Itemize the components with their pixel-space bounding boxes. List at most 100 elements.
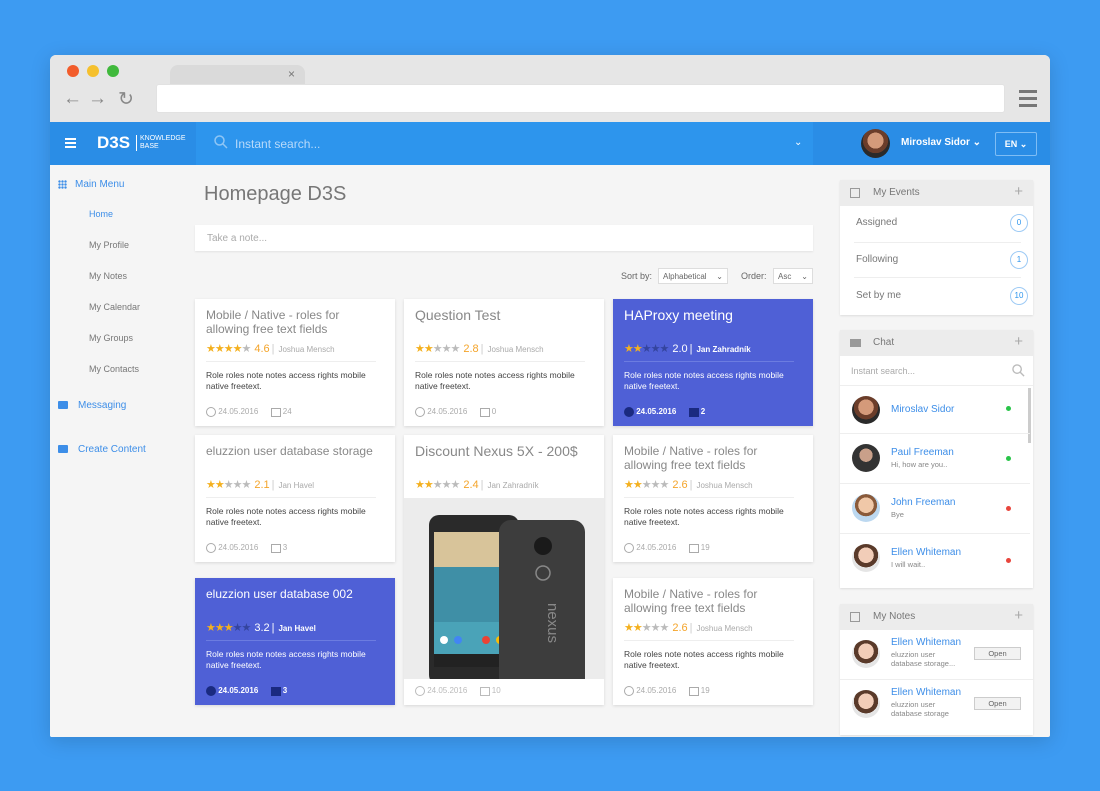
global-search-input[interactable]: Instant search...	[235, 137, 320, 151]
calendar-icon	[850, 188, 860, 198]
card-title[interactable]: HAProxy meeting	[624, 308, 804, 322]
chat-contact[interactable]: Paul Freeman Hi, how are you..	[840, 434, 1030, 484]
event-row-set-by-me[interactable]: Set by me 10	[854, 278, 1028, 315]
grid-icon	[58, 179, 67, 189]
card-title[interactable]: Question Test	[415, 308, 595, 322]
language-select[interactable]: EN ⌄	[995, 132, 1037, 156]
product-brand-text: nexus	[544, 603, 561, 643]
sidebar-main-menu[interactable]: Main Menu	[58, 179, 124, 190]
note-card[interactable]: HAProxy meeting ★★★★★ 2.0 | Jan Zahradník R…	[613, 299, 813, 426]
browser-tab[interactable]: ×	[170, 65, 305, 85]
note-card[interactable]: eluzzion user database 002 ★★★★★ 3.2 | Jan …	[195, 578, 395, 705]
notes-panel: My Notes + Ellen Whiteman eluzzion user …	[840, 604, 1033, 735]
logo[interactable]: D3S	[97, 133, 130, 153]
card-rating: ★★★★★ 2.6 | Joshua Mensch	[624, 622, 753, 634]
minimize-window-icon[interactable]	[87, 65, 99, 77]
offline-status-dot	[1006, 558, 1011, 563]
close-window-icon[interactable]	[67, 65, 79, 77]
event-row-assigned[interactable]: Assigned 0	[854, 206, 1028, 243]
open-note-button[interactable]: Open	[974, 647, 1021, 660]
note-item[interactable]: Ellen Whiteman eluzzion user database st…	[840, 630, 1033, 680]
chevron-down-icon[interactable]: ⌄	[794, 137, 802, 148]
hamburger-menu-icon[interactable]	[65, 138, 76, 150]
add-note-plus-icon[interactable]: +	[1014, 607, 1023, 624]
logo-subtitle: KNOWLEDGE BASE	[136, 135, 196, 151]
sort-by-select[interactable]: Alphabetical ⌄	[658, 268, 728, 284]
order-label: Order:	[741, 271, 767, 281]
reload-icon[interactable]: ↻	[118, 88, 134, 111]
card-footer: 24.05.2016 3	[206, 686, 287, 696]
card-body: Role roles note notes access rights mobi…	[624, 649, 784, 670]
user-name[interactable]: Miroslav Sidor ⌄	[901, 137, 981, 148]
online-status-dot	[1006, 456, 1011, 461]
take-note-input[interactable]: Take a note...	[195, 225, 813, 251]
clock-icon	[415, 686, 425, 696]
card-footer: 24.05.2016 24	[206, 407, 292, 417]
sidebar-item-messaging[interactable]: Messaging	[58, 400, 126, 411]
card-rating: ★★★★★ 4.6 | Joshua Mensch	[206, 343, 335, 355]
note-card[interactable]: Mobile / Native - roles for allowing fre…	[613, 435, 813, 562]
back-arrow-icon[interactable]: ←	[63, 88, 82, 110]
card-title[interactable]: Mobile / Native - roles for allowing fre…	[624, 587, 804, 615]
comment-icon	[688, 407, 699, 417]
sidebar-item-my-contacts[interactable]: My Contacts	[89, 364, 139, 374]
card-title[interactable]: Mobile / Native - roles for allowing fre…	[624, 444, 804, 472]
note-card[interactable]: Mobile / Native - roles for allowing fre…	[613, 578, 813, 705]
comment-icon	[688, 543, 699, 553]
add-event-plus-icon[interactable]: +	[1014, 183, 1023, 200]
browser-window: × ← → ↻ D3S KNOWLEDGE BASE Instant searc…	[50, 55, 1050, 737]
event-row-following[interactable]: Following 1	[854, 243, 1028, 278]
address-bar[interactable]	[156, 84, 1005, 113]
note-card[interactable]: eluzzion user database storage ★★★★★ 2.1 |…	[195, 435, 395, 562]
note-card[interactable]: Question Test ★★★★★ 2.8 | Joshua Mensch Rol…	[404, 299, 604, 426]
create-content-icon	[58, 445, 68, 454]
comment-icon	[688, 686, 699, 696]
avatar	[852, 396, 880, 424]
sidebar-item-my-profile[interactable]: My Profile	[89, 240, 129, 250]
sidebar-item-home[interactable]: Home	[89, 209, 113, 219]
card-title[interactable]: eluzzion user database 002	[206, 587, 386, 601]
card-footer: 24.05.2016 10	[415, 686, 501, 696]
logo-area: D3S KNOWLEDGE BASE	[50, 122, 196, 165]
sidebar-item-create-content[interactable]: Create Content	[58, 444, 146, 455]
card-body: Role roles note notes access rights mobi…	[206, 649, 366, 670]
card-rating: ★★★★★ 3.2 | Jan Havel	[206, 622, 316, 634]
card-footer: 24.05.2016 0	[415, 407, 496, 417]
clock-icon	[624, 686, 634, 696]
chat-contact[interactable]: Ellen Whiteman I will wait..	[840, 534, 1030, 586]
clock-icon	[415, 407, 425, 417]
card-rating: ★★★★★ 2.8 | Joshua Mensch	[415, 343, 544, 355]
add-chat-plus-icon[interactable]: +	[1014, 333, 1023, 350]
chat-search-input[interactable]: Instant search...	[840, 356, 1033, 386]
product-card[interactable]: Discount Nexus 5X - 200$ ★★★★★ 2.4 | Jan Za…	[404, 435, 604, 705]
page-title: Homepage D3S	[204, 183, 347, 205]
card-footer: 24.05.2016 3	[206, 543, 287, 553]
sidebar-item-my-notes[interactable]: My Notes	[89, 271, 127, 281]
open-note-button[interactable]: Open	[974, 697, 1021, 710]
user-avatar[interactable]	[861, 129, 890, 158]
chat-contact[interactable]: Miroslav Sidor	[840, 386, 1030, 434]
note-item[interactable]: Ellen Whiteman eluzzion user database st…	[840, 680, 1033, 730]
card-title[interactable]: Discount Nexus 5X - 200$	[415, 444, 595, 458]
sidebar-item-my-groups[interactable]: My Groups	[89, 333, 133, 343]
search-icon	[214, 135, 228, 149]
browser-menu-icon[interactable]	[1019, 90, 1037, 111]
card-rating: ★★★★★ 2.0 | Jan Zahradník	[624, 343, 751, 355]
clock-icon	[206, 686, 216, 696]
sidebar-item-my-calendar[interactable]: My Calendar	[89, 302, 140, 312]
card-title[interactable]: Mobile / Native - roles for allowing fre…	[206, 308, 386, 336]
order-select[interactable]: Asc ⌄	[773, 268, 813, 284]
user-menu[interactable]: Miroslav Sidor ⌄ EN ⌄	[813, 122, 1050, 165]
forward-arrow-icon[interactable]: →	[88, 88, 107, 110]
chat-contact[interactable]: John Freeman Bye	[840, 484, 1030, 534]
card-body: Role roles note notes access rights mobi…	[415, 370, 575, 391]
card-title[interactable]: eluzzion user database storage	[206, 444, 386, 458]
maximize-window-icon[interactable]	[107, 65, 119, 77]
note-card[interactable]: Mobile / Native - roles for allowing fre…	[195, 299, 395, 426]
product-image: nexus	[404, 498, 604, 679]
card-footer: 24.05.2016 19	[624, 686, 710, 696]
message-icon	[58, 401, 68, 410]
clock-icon	[624, 543, 634, 553]
card-rating: ★★★★★ 2.4 | Jan Zahradník	[415, 479, 539, 491]
tab-close-icon[interactable]: ×	[288, 67, 295, 81]
